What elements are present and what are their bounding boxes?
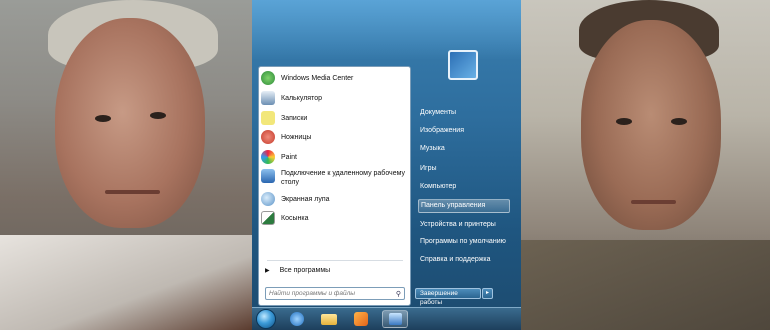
program-snipping-tool[interactable]: Ножницы — [261, 130, 409, 144]
shutdown-options-button[interactable]: ▸ — [482, 288, 493, 299]
right-item-pictures[interactable]: Изображения — [418, 124, 512, 138]
explorer-folder-icon — [321, 314, 337, 325]
start-menu: Windows Media Center Калькулятор Записки… — [252, 0, 521, 330]
right-photo — [521, 0, 770, 330]
user-picture[interactable] — [448, 50, 478, 80]
right-item-documents[interactable]: Документы — [418, 106, 512, 120]
calculator-icon — [261, 91, 275, 105]
shutdown-button[interactable]: Завершение работы — [415, 288, 481, 306]
menu-separator — [267, 260, 403, 261]
right-item-music[interactable]: Музыка — [418, 142, 512, 156]
remote-desktop-icon — [389, 313, 402, 325]
taskbar-internet-explorer[interactable] — [286, 310, 308, 328]
taskbar-remote-desktop[interactable] — [382, 310, 408, 328]
snipping-tool-icon — [261, 130, 275, 144]
search-input[interactable] — [269, 290, 387, 297]
start-orb-icon[interactable] — [256, 309, 276, 329]
remote-desktop-icon — [261, 169, 275, 183]
program-calculator[interactable]: Калькулятор — [261, 91, 409, 105]
program-paint[interactable]: Paint — [261, 150, 409, 164]
taskbar-media-player[interactable] — [350, 310, 372, 328]
right-item-computer[interactable]: Компьютер — [418, 180, 512, 194]
solitaire-icon — [261, 211, 275, 225]
paint-icon — [261, 150, 275, 164]
search-box[interactable]: ⚲ — [265, 287, 405, 300]
right-face — [581, 20, 721, 230]
right-item-games[interactable]: Игры — [418, 162, 512, 176]
all-programs-item[interactable]: ▶ Все программы — [261, 267, 409, 274]
right-item-devices-printers[interactable]: Устройства и принтеры — [418, 218, 512, 232]
internet-explorer-icon — [290, 312, 304, 326]
right-item-help-support[interactable]: Справка и поддержка — [418, 253, 512, 267]
right-item-control-panel[interactable]: Панель управления — [418, 199, 510, 213]
right-item-default-programs[interactable]: Программы по умолчанию — [418, 235, 512, 249]
program-windows-media-center[interactable]: Windows Media Center — [261, 71, 409, 85]
programs-pane: Windows Media Center Калькулятор Записки… — [258, 66, 411, 306]
taskbar — [252, 307, 521, 330]
left-photo — [0, 0, 252, 330]
search-icon[interactable]: ⚲ — [396, 290, 401, 298]
left-face — [55, 18, 205, 228]
magnifier-icon — [261, 192, 275, 206]
triangle-right-icon: ▸ — [485, 290, 489, 296]
program-sticky-notes[interactable]: Записки — [261, 111, 409, 125]
triangle-right-icon: ▶ — [265, 268, 270, 274]
program-solitaire[interactable]: Косынка — [261, 211, 409, 225]
sticky-notes-icon — [261, 111, 275, 125]
media-player-icon — [354, 312, 368, 326]
program-magnifier[interactable]: Экранная лупа — [261, 192, 409, 206]
program-remote-desktop[interactable]: Подключение к удаленному рабочему столу — [261, 169, 409, 187]
media-center-icon — [261, 71, 275, 85]
taskbar-explorer[interactable] — [318, 310, 340, 328]
